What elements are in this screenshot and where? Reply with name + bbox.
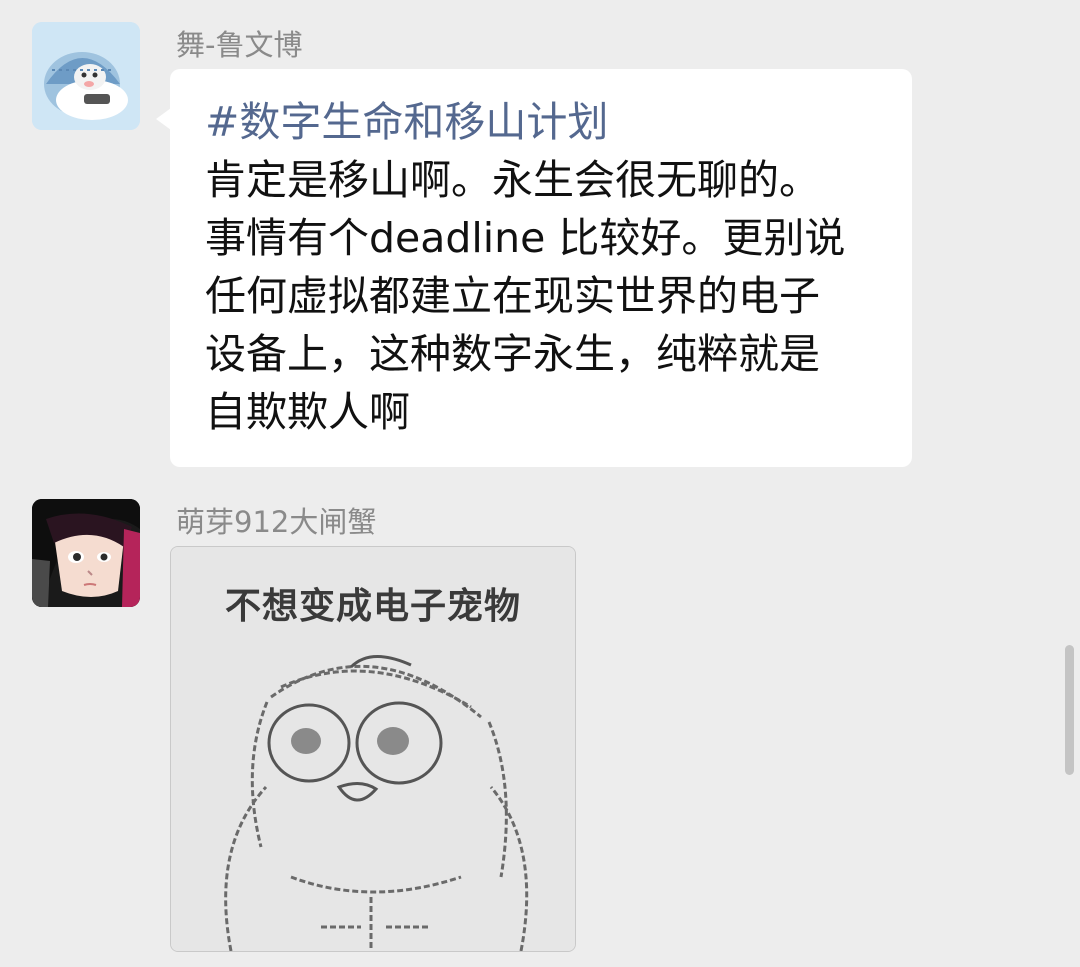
- avatar[interactable]: [32, 499, 140, 607]
- message-bubble[interactable]: #数字生命和移山计划 肯定是移山啊。永生会很无聊的。 事情有个deadline …: [170, 69, 912, 467]
- message-line: 自欺欺人啊: [205, 388, 410, 436]
- scrollbar[interactable]: [1065, 645, 1074, 775]
- sender-name: 萌芽912大闸蟹: [176, 505, 377, 539]
- message-line: 事情有个deadline 比较好。更别说: [205, 214, 846, 262]
- topic-link[interactable]: #数字生命和移山计划: [205, 93, 905, 151]
- sender-name: 舞-鲁文博: [176, 28, 303, 62]
- sticker-image[interactable]: 不想变成电子宠物: [170, 546, 576, 952]
- avatar[interactable]: [32, 22, 140, 130]
- sticker-caption: 不想变成电子宠物: [224, 586, 521, 627]
- cartoon-hamster-avatar-icon: [32, 22, 140, 130]
- message-text: #数字生命和移山计划 肯定是移山啊。永生会很无聊的。 事情有个deadline …: [205, 93, 905, 441]
- message-line: 设备上，这种数字永生，纯粹就是: [205, 330, 820, 378]
- bubble-tail: [156, 108, 171, 130]
- anime-girl-avatar-icon: [32, 499, 140, 607]
- message-line: 肯定是移山啊。永生会很无聊的。: [205, 156, 820, 204]
- message-line: 任何虚拟都建立在现实世界的电子: [205, 272, 820, 320]
